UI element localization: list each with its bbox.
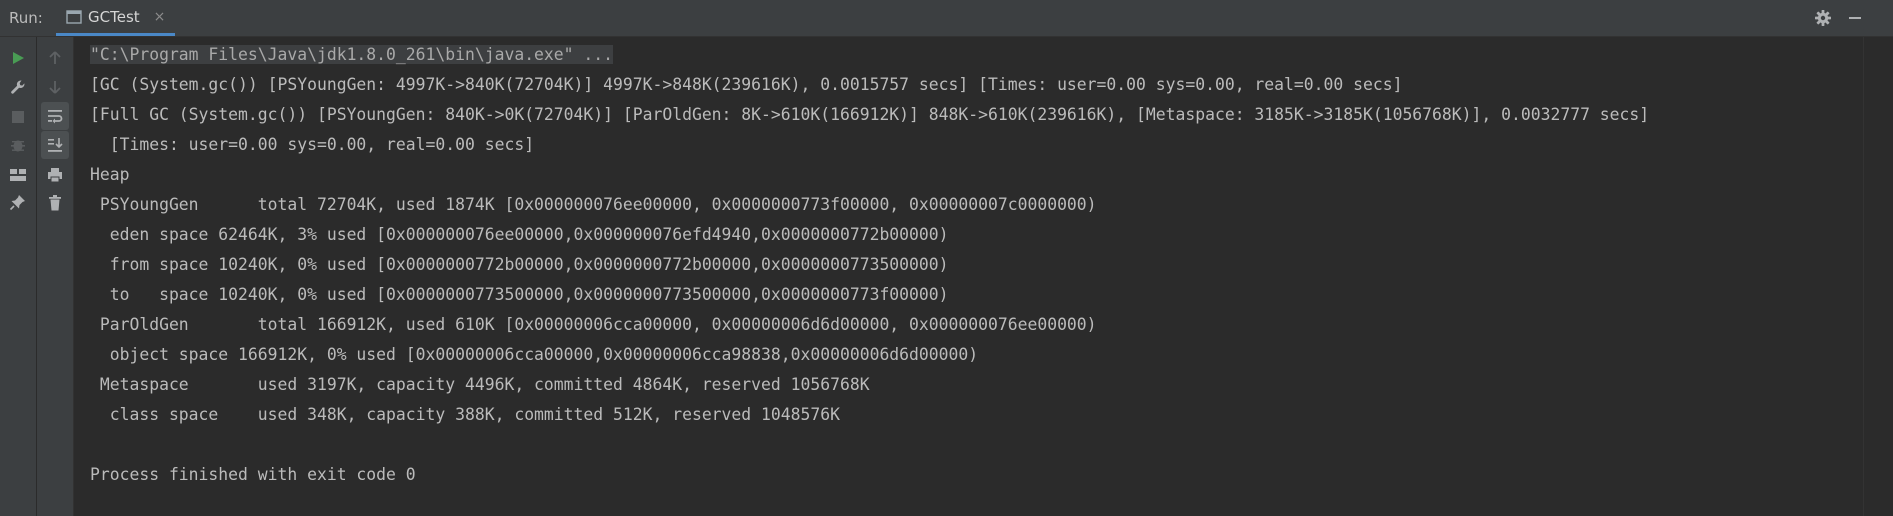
arrow-up-icon[interactable] (41, 44, 69, 72)
console-line: class space used 348K, capacity 388K, co… (90, 405, 840, 424)
console-actions-toolbar (37, 37, 74, 516)
console-line: Metaspace used 3197K, capacity 4496K, co… (90, 375, 870, 394)
run-actions-toolbar (0, 37, 37, 516)
run-icon[interactable] (4, 44, 32, 72)
soft-wrap-icon[interactable] (41, 102, 69, 130)
console-line: object space 166912K, 0% used [0x0000000… (90, 345, 979, 364)
console-line-command: "C:\Program Files\Java\jdk1.8.0_261\bin\… (90, 45, 614, 64)
console-line: ParOldGen total 166912K, used 610K [0x00… (90, 315, 1097, 334)
console-line: Heap (90, 165, 130, 184)
application-config-icon (66, 9, 82, 24)
console-output[interactable]: "C:\Program Files\Java\jdk1.8.0_261\bin\… (74, 37, 1864, 516)
console-line: [GC (System.gc()) [PSYoungGen: 4997K->84… (90, 75, 1403, 94)
scrollbar[interactable] (1863, 37, 1893, 516)
print-icon[interactable] (41, 161, 69, 189)
minimize-icon[interactable] (1845, 8, 1865, 28)
arrow-down-icon[interactable] (41, 73, 69, 101)
pin-icon[interactable] (4, 188, 32, 216)
tab-title: GCTest (88, 7, 140, 26)
stop-icon[interactable] (4, 103, 32, 131)
run-label: Run: (9, 9, 43, 27)
tab-gctest[interactable]: GCTest × (56, 0, 176, 36)
run-tool-window: Run: GCTest × "C:\Program Files\Java\jdk… (0, 0, 1893, 516)
console-line: to space 10240K, 0% used [0x000000077350… (90, 285, 949, 304)
scroll-to-end-icon[interactable] (41, 131, 69, 159)
run-panel-header: Run: GCTest × (0, 0, 1893, 37)
console-line: PSYoungGen total 72704K, used 1874K [0x0… (90, 195, 1097, 214)
wrench-icon[interactable] (4, 73, 32, 101)
console-line: eden space 62464K, 3% used [0x000000076e… (90, 225, 949, 244)
console-exit-line: Process finished with exit code 0 (90, 465, 416, 484)
console-line: from space 10240K, 0% used [0x0000000772… (90, 255, 949, 274)
debug-bug-icon[interactable] (4, 131, 32, 159)
console-line: [Times: user=0.00 sys=0.00, real=0.00 se… (90, 135, 535, 154)
trash-icon[interactable] (41, 189, 69, 217)
gear-icon[interactable] (1813, 8, 1833, 28)
layout-icon[interactable] (4, 161, 32, 189)
close-icon[interactable]: × (154, 9, 166, 25)
console-line: [Full GC (System.gc()) [PSYoungGen: 840K… (90, 105, 1650, 124)
